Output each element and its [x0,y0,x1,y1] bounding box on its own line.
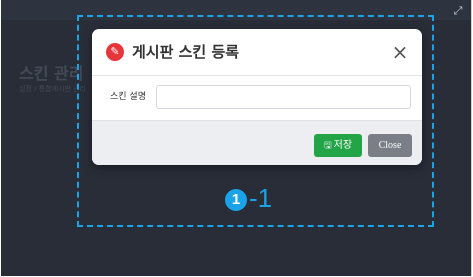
skin-register-modal: ✎ 게시판 스킨 등록 × 스킨 설명 🖫 저장 Close [92,29,422,165]
step-annotation: 1 -1 [225,183,272,213]
skin-description-label: 스킨 설명 [110,92,146,102]
step-number-badge: 1 [225,189,247,211]
save-button[interactable]: 🖫 저장 [314,134,362,157]
app-screen: ⤢ 스킨 관리 설정 / 통합게시판 관리 ✎ 게시판 스킨 등록 × 스킨 설… [1,0,472,276]
modal-header: ✎ 게시판 스킨 등록 × [92,29,422,76]
expand-icon[interactable]: ⤢ [451,4,465,18]
modal-footer: 🖫 저장 Close [92,120,422,165]
close-icon[interactable]: × [390,40,410,64]
step-suffix: -1 [249,183,273,213]
pencil-circle-icon: ✎ [106,43,124,61]
close-button[interactable]: Close [368,134,412,157]
skin-description-input[interactable] [156,85,411,109]
floppy-disk-icon: 🖫 [323,141,332,151]
modal-title: 게시판 스킨 등록 [132,43,240,61]
save-button-label: 저장 [333,140,353,151]
modal-body: 스킨 설명 [92,76,422,120]
